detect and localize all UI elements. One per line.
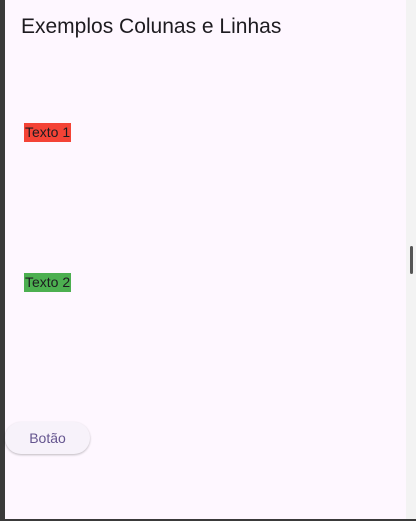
resize-handle-icon[interactable]	[410, 246, 413, 274]
window-resize-rail[interactable]	[406, 0, 416, 521]
app-bar-title: Exemplos Colunas e Linhas	[21, 15, 282, 38]
main-button[interactable]: Botão	[5, 422, 90, 454]
text-box-2: Texto 2	[24, 273, 72, 292]
text-box-1: Texto 1	[24, 123, 72, 142]
app-surface: Exemplos Colunas e Linhas Texto 1 Texto …	[5, 0, 406, 519]
